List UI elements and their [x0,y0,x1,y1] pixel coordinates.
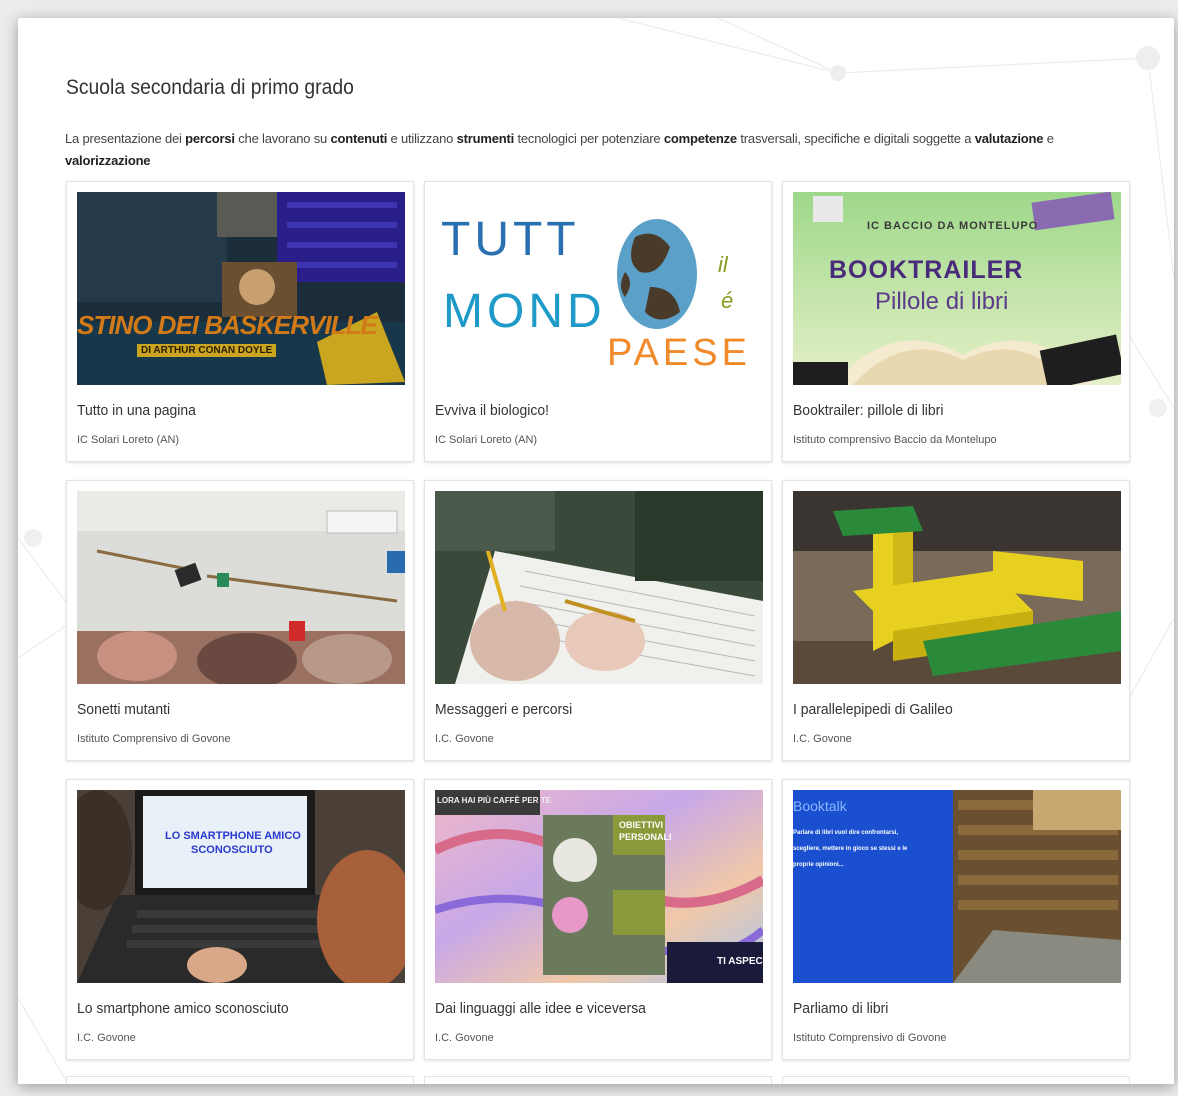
course-school: I.C. Govone [435,1032,494,1044]
course-school: Istituto comprensivo Baccio da Montelupo [793,434,997,446]
course-card-partial[interactable] [66,1076,414,1084]
course-thumbnail[interactable]: IC BACCIO DA MONTELUPO BOOKTRAILER Pillo… [793,192,1121,385]
course-title[interactable]: I parallelepipedi di Galileo [793,701,953,718]
thumbnail-caption: PAESE [607,332,751,374]
course-school: IC Solari Loreto (AN) [77,434,180,446]
thumbnail-image [77,790,405,983]
course-card[interactable]: STINO DEI BASKERVILLE DI ARTHUR CONAN DO… [66,181,414,462]
thumbnail-image [793,491,1121,684]
thumbnail-caption: Booktalk [793,798,847,814]
thumbnail-image [77,491,405,684]
thumbnail-caption: BOOKTRAILER [829,256,1024,284]
course-thumbnail[interactable] [793,491,1121,684]
course-title[interactable]: Lo smartphone amico sconosciuto [77,1000,289,1017]
course-card[interactable]: Booktalk Parlare di libri vuol dire conf… [782,779,1130,1060]
course-thumbnail[interactable] [77,491,405,684]
course-school: IC Solari Loreto (AN) [435,434,538,446]
course-card[interactable]: IC BACCIO DA MONTELUPO BOOKTRAILER Pillo… [782,181,1130,462]
course-thumbnail[interactable]: LORA HAI PIÙ CAFFÈ PER TE OBIETTIVI PERS… [435,790,763,983]
thumbnail-caption: MOND [443,285,606,338]
thumbnail-image [435,790,763,983]
thumbnail-caption: LORA HAI PIÙ CAFFÈ PER TE [437,796,551,805]
course-school: I.C. Govone [793,733,852,745]
thumbnail-caption: LO SMARTPHONE AMICO [165,830,301,842]
course-card[interactable]: LO SMARTPHONE AMICO SCONOSCIUTO Lo smart… [66,779,414,1060]
section-description: La presentazione dei percorsi che lavora… [65,131,1054,168]
course-thumbnail[interactable]: TUTT MOND PAESE il é [435,192,763,385]
course-school: Istituto Comprensivo di Govone [77,733,231,745]
thumbnail-caption: Parlare di libri vuol dire confrontarsi, [793,830,899,836]
thumbnail-caption: TI ASPEC [717,956,763,967]
course-card-partial[interactable] [424,1076,772,1084]
thumbnail-caption: Pillole di libri [875,288,1009,315]
course-thumbnail[interactable]: STINO DEI BASKERVILLE DI ARTHUR CONAN DO… [77,192,405,385]
course-thumbnail[interactable]: LO SMARTPHONE AMICO SCONOSCIUTO [77,790,405,983]
course-title[interactable]: Dai linguaggi alle idee e viceversa [435,1000,646,1017]
course-card[interactable]: LORA HAI PIÙ CAFFÈ PER TE OBIETTIVI PERS… [424,779,772,1060]
section-title: Scuola secondaria di primo grado [66,76,354,99]
course-card-partial[interactable] [782,1076,1130,1084]
thumbnail-caption: STINO DEI BASKERVILLE [77,310,378,340]
thumbnail-image [435,491,763,684]
course-thumbnail[interactable]: Booktalk Parlare di libri vuol dire conf… [793,790,1121,983]
thumbnail-caption: é [721,288,734,313]
thumbnail-image [793,790,1121,983]
course-title[interactable]: Sonetti mutanti [77,701,170,718]
course-card[interactable]: Messaggeri e percorsi I.C. Govone [424,480,772,761]
course-school: Istituto Comprensivo di Govone [793,1032,947,1044]
thumbnail-caption: proprie opinioni... [793,862,844,868]
thumbnail-caption: DI ARTHUR CONAN DOYLE [137,344,277,357]
course-card[interactable]: I parallelepipedi di Galileo I.C. Govone [782,480,1130,761]
thumbnail-caption: OBIETTIVI [619,820,664,830]
course-thumbnail[interactable] [435,491,763,684]
thumbnail-caption: il [718,252,728,277]
course-title[interactable]: Tutto in una pagina [77,402,196,419]
course-title[interactable]: Messaggeri e percorsi [435,701,572,718]
course-title[interactable]: Evviva il biologico! [435,402,549,419]
thumbnail-caption: IC BACCIO DA MONTELUPO [867,220,1039,232]
thumbnail-caption: TUTT [441,213,580,266]
course-card[interactable]: Sonetti mutanti Istituto Comprensivo di … [66,480,414,761]
thumbnail-caption: SCONOSCIUTO [191,844,273,856]
course-school: I.C. Govone [435,733,494,745]
thumbnail-caption: scegliere, mettere in gioco se stessi e … [793,846,908,852]
course-card[interactable]: TUTT MOND PAESE il é Evviva il biologico… [424,181,772,462]
thumbnail-caption: PERSONALI [619,832,672,842]
course-title[interactable]: Parliamo di libri [793,1000,888,1017]
course-school: I.C. Govone [77,1032,136,1044]
content-panel: Scuola secondaria di primo grado La pres… [18,18,1174,1084]
course-title[interactable]: Booktrailer: pillole di libri [793,402,943,419]
